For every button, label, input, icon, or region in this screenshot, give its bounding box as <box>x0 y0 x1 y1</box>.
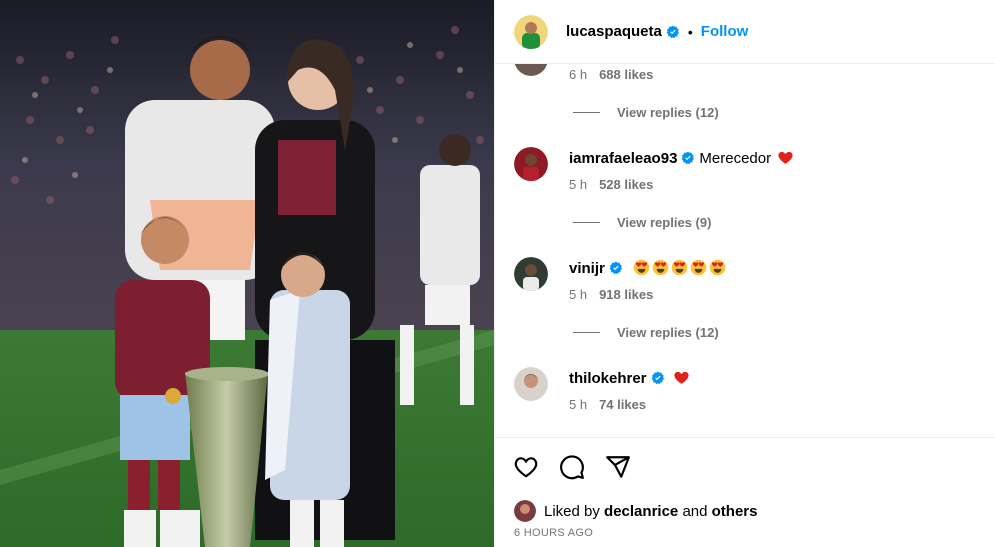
comment-meta: 5 h 74 likes <box>569 397 646 412</box>
comment-body: thilokehrer <box>569 369 690 387</box>
comment-username[interactable]: iamrafaeleao93 <box>569 150 677 167</box>
view-replies-button[interactable]: View replies (12) <box>573 105 719 120</box>
heart-eyes-icon <box>709 259 726 276</box>
comment-icon[interactable] <box>559 454 585 480</box>
follow-button[interactable]: Follow <box>701 23 749 40</box>
view-replies-button[interactable]: View replies (12) <box>573 325 719 340</box>
comment-meta: 5 h 528 likes <box>569 177 653 192</box>
replies-line <box>573 332 600 333</box>
liked-by-others[interactable]: others <box>712 503 758 520</box>
liked-by-prefix: Liked by <box>544 502 600 520</box>
liker-avatar[interactable] <box>514 500 536 522</box>
verified-badge-icon <box>682 151 695 165</box>
action-bar <box>513 454 631 480</box>
comment-body: iamrafaeleao93 Merecedor <box>569 149 794 167</box>
header-separator: • <box>687 23 693 40</box>
post-photo-illustration <box>0 0 494 547</box>
comment-likes[interactable]: 918 likes <box>599 287 653 302</box>
red-heart-icon <box>673 369 690 386</box>
comment-username[interactable]: thilokehrer <box>569 370 647 387</box>
view-replies-label: View replies (12) <box>617 325 719 340</box>
comment-likes[interactable]: 688 likes <box>599 67 653 82</box>
comment-avatar[interactable] <box>514 257 548 291</box>
liked-by-conj: and <box>682 502 708 520</box>
liked-by-user[interactable]: declanrice <box>604 503 678 520</box>
view-replies-label: View replies (12) <box>617 105 719 120</box>
post-sidebar: lucaspaqueta • Follow 6 h 688 likes View … <box>494 0 995 547</box>
share-icon[interactable] <box>605 454 631 480</box>
verified-badge-icon <box>651 371 664 385</box>
post-image[interactable] <box>0 0 494 547</box>
red-heart-icon <box>777 149 794 166</box>
verified-badge-icon <box>666 25 679 38</box>
heart-eyes-icon <box>633 259 650 276</box>
comment-body: vinijr <box>569 259 726 277</box>
replies-line <box>573 222 600 223</box>
post-actions-section: Liked by declanrice and others 6 HOURS A… <box>495 437 995 547</box>
comment-time[interactable]: 5 h <box>569 287 587 302</box>
heart-eyes-icon <box>671 259 688 276</box>
comment-avatar[interactable] <box>514 64 548 76</box>
author-username[interactable]: lucaspaqueta <box>566 23 662 40</box>
post-timestamp[interactable]: 6 HOURS AGO <box>514 527 593 539</box>
comment-time[interactable]: 6 h <box>569 67 587 82</box>
comment-time[interactable]: 5 h <box>569 397 587 412</box>
comments-list[interactable]: 6 h 688 likes View replies (12) iamrafael… <box>495 64 995 437</box>
verified-badge-icon <box>609 261 622 275</box>
comment-likes[interactable]: 74 likes <box>599 397 646 412</box>
view-replies-button[interactable]: View replies (9) <box>573 215 711 230</box>
comment-avatar[interactable] <box>514 367 548 401</box>
comment-meta: 5 h 918 likes <box>569 287 653 302</box>
view-replies-label: View replies (9) <box>617 215 712 230</box>
comment-time[interactable]: 5 h <box>569 177 587 192</box>
heart-eyes-icon <box>652 259 669 276</box>
heart-icon[interactable] <box>513 454 539 480</box>
comment-text: Merecedor <box>699 150 772 167</box>
comment-meta: 6 h 688 likes <box>569 67 653 82</box>
liked-by: Liked by declanrice and others <box>514 500 757 522</box>
comment-likes[interactable]: 528 likes <box>599 177 653 192</box>
post-header: lucaspaqueta • Follow <box>495 0 995 64</box>
replies-line <box>573 112 600 113</box>
comment-avatar[interactable] <box>514 147 548 181</box>
comment-username[interactable]: vinijr <box>569 260 605 277</box>
heart-eyes-icon <box>690 259 707 276</box>
author-avatar[interactable] <box>514 14 548 49</box>
